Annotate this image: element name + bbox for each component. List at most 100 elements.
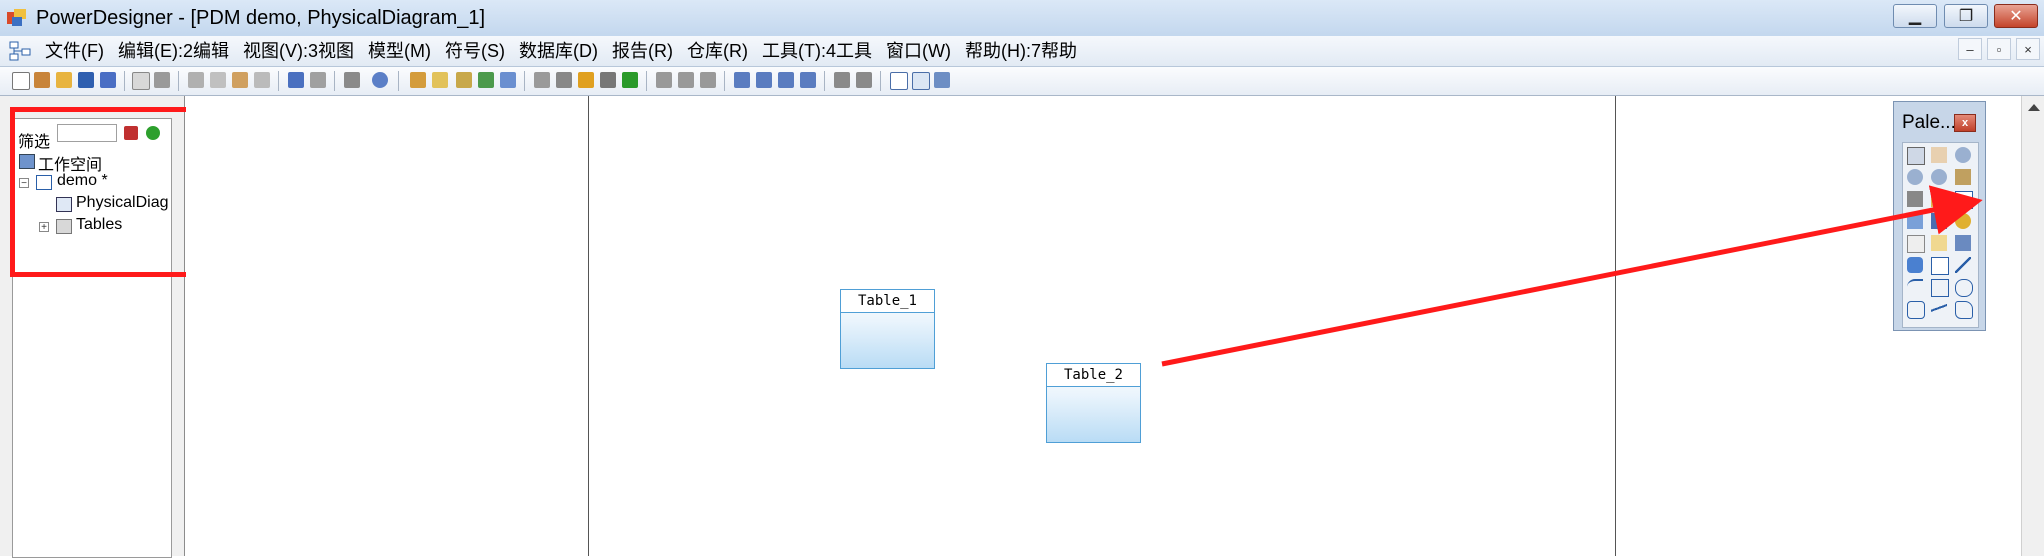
line-style-icon[interactable] xyxy=(578,72,594,88)
check-model-icon[interactable] xyxy=(372,72,388,88)
toolbar xyxy=(0,67,2044,96)
mdi-close-button[interactable]: × xyxy=(2016,38,2040,60)
note-tool-icon[interactable] xyxy=(1931,235,1947,251)
button-tool-icon[interactable] xyxy=(1907,257,1923,273)
toolbar-separator xyxy=(724,71,725,91)
toolbar-separator xyxy=(646,71,647,91)
menu-edit[interactable]: 编辑(E):2编辑 xyxy=(111,40,236,62)
window-icon[interactable] xyxy=(934,72,950,88)
rectangle-tool-icon[interactable] xyxy=(1931,279,1949,297)
delete-icon[interactable] xyxy=(254,72,270,88)
menu-window[interactable]: 窗口(W) xyxy=(879,40,958,62)
zoom-out-tool-icon[interactable] xyxy=(1907,169,1923,185)
file-tool-icon[interactable] xyxy=(1907,235,1925,253)
align-icon[interactable] xyxy=(700,72,716,88)
powerdesigner-app-icon[interactable] xyxy=(6,8,28,28)
pointer-tool-icon[interactable] xyxy=(1907,147,1925,165)
table-symbol-1[interactable]: Table_1 xyxy=(840,289,935,369)
result-list-icon[interactable] xyxy=(912,72,930,90)
page-boundary-right xyxy=(1615,96,1616,556)
fill-icon[interactable] xyxy=(600,72,616,88)
delete-tool-icon[interactable] xyxy=(1907,191,1923,207)
palette-tools xyxy=(1902,142,1979,328)
properties-tool-icon[interactable] xyxy=(1955,169,1971,185)
menu-items: 文件(F) 编辑(E):2编辑 视图(V):3视图 模型(M) 符号(S) 数据… xyxy=(38,40,1084,62)
restore-button[interactable]: ❐ xyxy=(1944,4,1988,28)
folder-icon[interactable] xyxy=(410,72,426,88)
close-button[interactable]: ✕ xyxy=(1994,4,2038,28)
palette-close-button[interactable]: x xyxy=(1954,114,1976,132)
menu-help[interactable]: 帮助(H):7帮助 xyxy=(958,40,1084,62)
rounded-rectangle-tool-icon[interactable] xyxy=(1907,301,1925,319)
zoom-in-icon[interactable] xyxy=(734,72,750,88)
save-all-icon[interactable] xyxy=(100,72,116,88)
zoom-in-tool-icon[interactable] xyxy=(1955,147,1971,163)
package-tool-icon[interactable] xyxy=(1931,191,1947,207)
view-tool-icon[interactable] xyxy=(1907,213,1923,229)
palette-toggle-icon[interactable] xyxy=(890,72,908,90)
link-tool-icon[interactable] xyxy=(1955,235,1971,251)
zoom-fit-icon[interactable] xyxy=(778,72,794,88)
font-icon[interactable] xyxy=(622,72,638,88)
table-symbol-2[interactable]: Table_2 xyxy=(1046,363,1141,443)
mdi-restore-button[interactable]: ▫ xyxy=(1987,38,2011,60)
polygon-tool-icon[interactable] xyxy=(1955,301,1973,319)
toolbar-separator xyxy=(124,71,125,91)
menu-report[interactable]: 报告(R) xyxy=(605,40,680,62)
menu-database[interactable]: 数据库(D) xyxy=(512,40,605,62)
table-tool-icon[interactable] xyxy=(1955,191,1973,209)
group-icon[interactable] xyxy=(534,72,550,88)
text-tool-icon[interactable] xyxy=(1931,257,1949,275)
new-model-icon[interactable] xyxy=(34,72,50,88)
vertical-scrollbar[interactable] xyxy=(2021,96,2044,556)
menu-bar: 文件(F) 编辑(E):2编辑 视图(V):3视图 模型(M) 符号(S) 数据… xyxy=(0,36,2044,67)
menu-tools[interactable]: 工具(T):4工具 xyxy=(755,40,879,62)
window-title: PowerDesigner - [PDM demo, PhysicalDiagr… xyxy=(36,7,486,29)
toolbar-separator xyxy=(334,71,335,91)
redo-icon[interactable] xyxy=(310,72,326,88)
zoom-page-icon[interactable] xyxy=(800,72,816,88)
ellipse-tool-icon[interactable] xyxy=(1955,279,1973,297)
page-boundary-left xyxy=(588,96,589,556)
export-icon[interactable] xyxy=(500,72,516,88)
toolbar-separator xyxy=(398,71,399,91)
ungroup-icon[interactable] xyxy=(556,72,572,88)
mdi-minimize-button[interactable]: – xyxy=(1958,38,1982,60)
new-icon[interactable] xyxy=(12,72,30,90)
paste-icon[interactable] xyxy=(232,72,248,88)
palette-title: Pale... xyxy=(1902,112,1956,133)
minimize-button[interactable]: ▁ xyxy=(1893,4,1937,28)
save-icon[interactable] xyxy=(78,72,94,88)
scroll-up-icon[interactable] xyxy=(2028,104,2040,111)
copy-icon[interactable] xyxy=(210,72,226,88)
diagram-canvas[interactable] xyxy=(186,96,2021,556)
zoom-out-icon[interactable] xyxy=(756,72,772,88)
document-menu-icon[interactable] xyxy=(8,40,32,62)
print-preview-icon[interactable] xyxy=(132,72,150,90)
menu-symbol[interactable]: 符号(S) xyxy=(438,40,512,62)
menu-file[interactable]: 文件(F) xyxy=(38,40,111,62)
refresh-icon[interactable] xyxy=(478,72,494,88)
open-view-tool-icon[interactable] xyxy=(1931,169,1947,185)
polyline-tool-icon[interactable] xyxy=(1931,301,1947,317)
output-toggle-icon[interactable] xyxy=(856,72,872,88)
line-tool-icon[interactable] xyxy=(1955,257,1971,273)
find-icon[interactable] xyxy=(456,72,472,88)
reference-tool-icon[interactable] xyxy=(1931,213,1947,229)
menu-view[interactable]: 视图(V):3视图 xyxy=(236,40,361,62)
arc-tool-icon[interactable] xyxy=(1907,279,1923,297)
print-icon[interactable] xyxy=(154,72,170,88)
grabber-tool-icon[interactable] xyxy=(1931,147,1947,163)
cut-icon[interactable] xyxy=(188,72,204,88)
bring-front-icon[interactable] xyxy=(656,72,672,88)
browser-toggle-icon[interactable] xyxy=(834,72,850,88)
send-back-icon[interactable] xyxy=(678,72,694,88)
package-icon[interactable] xyxy=(432,72,448,88)
open-icon[interactable] xyxy=(56,72,72,88)
menu-model[interactable]: 模型(M) xyxy=(361,40,438,62)
close-icon: ✕ xyxy=(2009,8,2023,25)
properties-icon[interactable] xyxy=(344,72,360,88)
menu-repository[interactable]: 仓库(R) xyxy=(680,40,755,62)
undo-icon[interactable] xyxy=(288,72,304,88)
procedure-tool-icon[interactable] xyxy=(1955,213,1971,229)
